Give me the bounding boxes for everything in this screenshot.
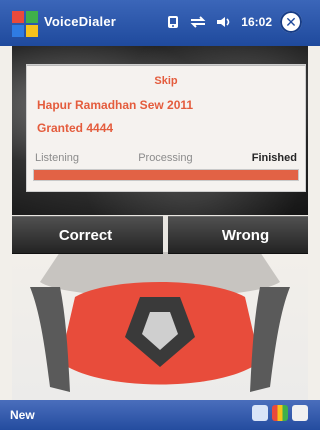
recognition-dialog: Skip Hapur Ramadhan Sew 2011 Granted 444… <box>26 64 306 192</box>
state-labels: Listening Processing Finished <box>35 152 297 164</box>
correct-button[interactable]: Correct <box>8 216 163 254</box>
pda-icon <box>168 16 179 28</box>
dialog-line-3: Granted 4444 <box>37 121 114 135</box>
character-illustration <box>30 252 290 392</box>
progress-bar <box>33 169 299 181</box>
wrong-button[interactable]: Wrong <box>168 216 320 254</box>
color-grid-icon[interactable] <box>272 405 288 421</box>
bezel-left <box>0 0 12 430</box>
clock-time[interactable]: 16:02 <box>241 15 272 29</box>
transfer-arrows-icon <box>190 16 206 28</box>
volume-icon[interactable] <box>215 14 233 30</box>
state-processing: Processing <box>138 152 193 164</box>
progress-fill <box>34 170 298 180</box>
device-screen: VoiceDialer 16:02 ✕ Skip Hapur Ramadhan … <box>0 0 320 430</box>
dialog-line-1: Skip <box>154 75 178 87</box>
close-button[interactable]: ✕ <box>280 11 302 33</box>
bottom-bar: New <box>0 400 320 430</box>
dialog-line-2: Hapur Ramadhan Sew 2011 <box>37 98 194 112</box>
start-icon[interactable] <box>12 11 38 37</box>
hero-background-bottom <box>0 252 320 400</box>
softkey-left[interactable]: New <box>10 408 35 422</box>
input-panel-icon[interactable] <box>252 405 268 421</box>
state-listening: Listening <box>35 152 80 164</box>
action-buttons: Correct Wrong <box>0 216 320 254</box>
app-title: VoiceDialer <box>44 14 117 29</box>
phone-icon[interactable] <box>292 405 308 421</box>
bezel-right <box>308 0 320 430</box>
state-finished: Finished <box>251 152 297 164</box>
status-area: 16:02 ✕ <box>165 10 302 34</box>
tray-icons <box>252 405 308 421</box>
title-bar: VoiceDialer 16:02 ✕ <box>0 0 320 46</box>
